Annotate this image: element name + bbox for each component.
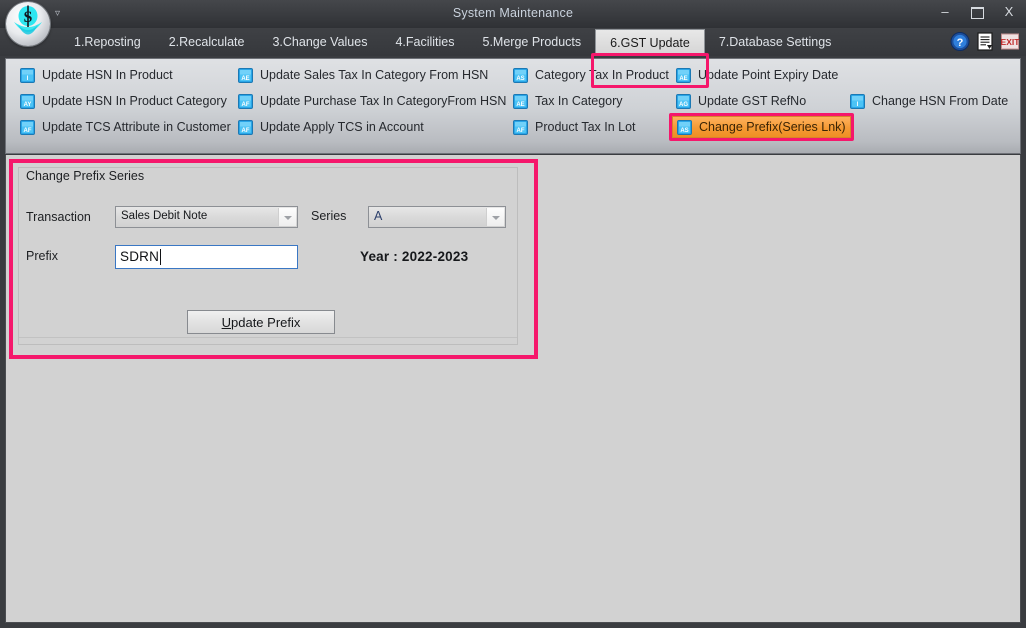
title-icon-group: ? EXIT [950, 31, 1020, 52]
tab-list: 1.Reposting 2.Recalculate 3.Change Values 4… [60, 28, 845, 56]
svg-text:AY: AY [24, 102, 32, 108]
change-prefix-icon: AS [677, 119, 692, 135]
maximize-icon [970, 6, 984, 19]
transaction-dropdown[interactable]: Sales Debit Note [115, 206, 298, 228]
point-expiry-icon: AE [676, 67, 691, 83]
transaction-label: Transaction [26, 210, 91, 224]
application-window: S ▿ System Maintenance – X 1.Reposting2.… [0, 0, 1026, 628]
svg-text:AS: AS [680, 128, 688, 134]
tab-4-facilities[interactable]: 4.Facilities [381, 28, 468, 56]
tax-in-category-icon: AE [513, 93, 528, 109]
tab-1-reposting[interactable]: 1.Reposting [60, 28, 155, 56]
report-icon[interactable] [975, 31, 995, 52]
title-bar: S ▿ System Maintenance – X [0, 0, 1026, 46]
svg-text:AE: AE [516, 102, 524, 108]
toolbar-item-gst-refno[interactable]: AG Update GST RefNo [672, 90, 810, 112]
toolbar-item-tcs-customer[interactable]: AF Update TCS Attribute in Customer [16, 116, 235, 138]
toolbar-item-hsn-product[interactable]: I Update HSN In Product [16, 64, 177, 86]
year-label: Year : 2022-2023 [360, 249, 469, 264]
tab-7-database-settings[interactable]: 7.Database Settings [705, 28, 846, 56]
toolbar-item-tax-in-category[interactable]: AE Tax In Category [509, 90, 627, 112]
toolbar-item-label: Category Tax In Product [535, 68, 669, 82]
update-prefix-accel: U [221, 314, 231, 330]
toolbar-item-label: Update GST RefNo [698, 94, 807, 108]
toolbar-item-label: Update HSN In Product [42, 68, 173, 82]
toolbar-item-point-expiry[interactable]: AE Update Point Expiry Date [672, 64, 842, 86]
tcs-customer-icon: AF [20, 119, 35, 135]
text-caret [160, 249, 161, 265]
minimize-button[interactable]: – [936, 4, 954, 20]
toolbar-item-grid: I Update HSN In Product AY Update HSN In Pr… [6, 61, 1022, 143]
tab-5-merge-products[interactable]: 5.Merge Products [469, 28, 596, 56]
exit-icon[interactable]: EXIT [1000, 31, 1020, 52]
groupbox-bottom-divider [19, 337, 517, 338]
toolbar-item-label: Update HSN In Product Category [42, 94, 227, 108]
sales-tax-category-icon: AE [238, 67, 253, 83]
update-prefix-button[interactable]: Update Prefix [187, 310, 335, 334]
toolbar-item-label: Change HSN From Date [872, 94, 1009, 108]
toolbar-item-label: Update Sales Tax In Category From HSN [260, 68, 489, 82]
svg-text:?: ? [957, 37, 964, 49]
update-prefix-label: pdate Prefix [231, 314, 301, 330]
series-dropdown[interactable]: A [368, 206, 506, 228]
toolbar-item-label: Update Apply TCS in Account [260, 120, 424, 134]
toolbar-item-label: Change Prefix(Series Lnk) [699, 120, 846, 134]
company-logo-icon: S [6, 2, 50, 46]
toolbar-item-product-tax-lot[interactable]: AF Product Tax In Lot [509, 116, 640, 138]
tab-2-recalculate[interactable]: 2.Recalculate [155, 28, 259, 56]
product-tax-lot-icon: AF [513, 119, 528, 135]
maximize-button[interactable] [968, 4, 986, 20]
window-title: System Maintenance [452, 6, 574, 20]
tab-strip: 1.Reposting 2.Recalculate 3.Change Values 4… [0, 28, 1026, 88]
hsn-product-icon: I [20, 67, 35, 83]
toolbar-item-apply-tcs-account[interactable]: AF Update Apply TCS in Account [234, 116, 428, 138]
toolbar-item-label: Update TCS Attribute in Customer [42, 120, 231, 134]
svg-text:AG: AG [679, 102, 688, 108]
toolbar-item-purchase-tax-category[interactable]: AF Update Purchase Tax In CategoryFrom HS… [234, 90, 510, 112]
transaction-value: Sales Debit Note [121, 210, 208, 222]
toolbar-item-label: Update Point Expiry Date [698, 68, 839, 82]
chevron-down-icon [278, 208, 296, 226]
toolbar-item-label: Tax In Category [535, 94, 623, 108]
chevron-down-icon [486, 208, 504, 226]
toolbar-item-sales-tax-category[interactable]: AE Update Sales Tax In Category From HSN [234, 64, 492, 86]
svg-text:AS: AS [516, 76, 524, 82]
category-tax-product-icon: AS [513, 67, 528, 83]
gst-refno-icon: AG [676, 93, 691, 109]
window-controls: – X [936, 4, 1018, 20]
toolbar-item-label: Product Tax In Lot [535, 120, 636, 134]
svg-text:AF: AF [242, 102, 250, 108]
hsn-product-category-icon: AY [20, 93, 35, 109]
tab-6-gst-update[interactable]: 6.GST Update [595, 29, 705, 56]
toolbar-item-change-prefix[interactable]: AS Change Prefix(Series Lnk) [672, 116, 851, 138]
change-hsn-date-icon: I [850, 93, 865, 109]
purchase-tax-category-icon: AF [238, 93, 253, 109]
change-prefix-form-panel: Change Prefix Series Transaction Sales D… [9, 159, 538, 359]
svg-text:AF: AF [242, 128, 250, 134]
svg-text:AF: AF [24, 128, 32, 134]
prefix-input[interactable]: SDRN [115, 245, 298, 269]
tab-3-change-values[interactable]: 3.Change Values [258, 28, 381, 56]
svg-text:AF: AF [517, 128, 525, 134]
gst-update-toolbar: I Update HSN In Product AY Update HSN In Pr… [5, 58, 1021, 154]
help-icon[interactable]: ? [950, 31, 970, 52]
series-value: A [374, 209, 383, 223]
toolbar-item-category-tax-product[interactable]: AS Category Tax In Product [509, 64, 673, 86]
groupbox-title: Change Prefix Series [26, 169, 145, 183]
prefix-value: SDRN [120, 249, 160, 264]
svg-text:EXIT: EXIT [1001, 37, 1020, 47]
series-label: Series [311, 209, 347, 223]
toolbar-item-change-hsn-date[interactable]: I Change HSN From Date [846, 90, 1012, 112]
svg-text:AE: AE [241, 76, 249, 82]
toolbar-item-hsn-product-category[interactable]: AY Update HSN In Product Category [16, 90, 231, 112]
prefix-label: Prefix [26, 249, 58, 263]
apply-tcs-account-icon: AF [238, 119, 253, 135]
toolbar-item-label: Update Purchase Tax In CategoryFrom HSN [260, 94, 507, 108]
svg-text:AE: AE [679, 76, 687, 82]
close-button[interactable]: X [1000, 4, 1018, 20]
